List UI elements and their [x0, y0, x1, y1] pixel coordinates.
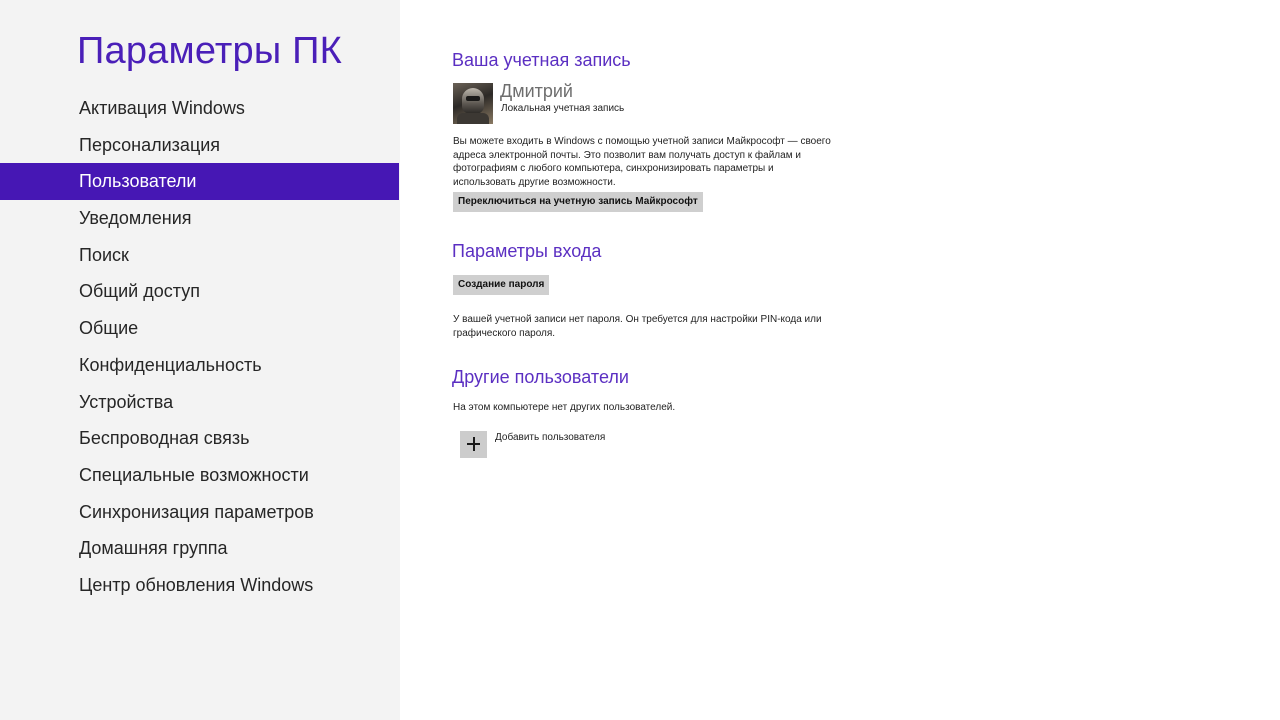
sidebar-item-sync-settings[interactable]: Синхронизация параметров: [0, 494, 399, 531]
sidebar-item-devices[interactable]: Устройства: [0, 384, 399, 421]
avatar-visor-shape: [466, 96, 480, 101]
sidebar-item-windows-activation[interactable]: Активация Windows: [0, 90, 399, 127]
plus-icon[interactable]: [460, 431, 487, 458]
avatar-body-shape: [457, 113, 489, 124]
add-user-row[interactable]: Добавить пользователя: [460, 431, 760, 458]
avatar-helmet-shape: [462, 88, 484, 114]
sidebar-nav: Активация Windows Персонализация Пользов…: [0, 90, 399, 604]
create-password-button[interactable]: Создание пароля: [453, 275, 550, 295]
no-password-note: У вашей учетной записи нет пароля. Он тр…: [453, 314, 822, 339]
app-title: Параметры ПК: [77, 30, 342, 72]
your-account-heading: Ваша учетная запись: [452, 50, 631, 70]
sidebar-item-general[interactable]: Общие: [0, 310, 399, 347]
sidebar-item-privacy[interactable]: Конфиденциальность: [0, 347, 399, 384]
sidebar: Параметры ПК Активация Windows Персонали…: [0, 0, 400, 720]
sidebar-item-homegroup[interactable]: Домашняя группа: [0, 530, 399, 567]
switch-to-microsoft-account-button[interactable]: Переключиться на учетную запись Майкросо…: [453, 192, 703, 212]
avatar[interactable]: [453, 83, 493, 124]
sidebar-item-search[interactable]: Поиск: [0, 237, 399, 274]
account-card: Дмитрий Локальная учетная запись: [453, 81, 853, 125]
pc-settings-window: Параметры ПК Активация Windows Персонали…: [0, 0, 1280, 720]
other-users-heading: Другие пользователи: [452, 367, 629, 387]
sidebar-item-sharing[interactable]: Общий доступ: [0, 273, 399, 310]
sign-in-options-heading: Параметры входа: [452, 241, 602, 261]
sidebar-item-notifications[interactable]: Уведомления: [0, 200, 399, 237]
add-user-label[interactable]: Добавить пользователя: [495, 432, 605, 443]
sidebar-item-personalization[interactable]: Персонализация: [0, 127, 399, 164]
sidebar-item-ease-of-access[interactable]: Специальные возможности: [0, 457, 399, 494]
account-type: Локальная учетная запись: [501, 103, 625, 114]
user-name: Дмитрий: [500, 81, 573, 101]
sidebar-item-users[interactable]: Пользователи: [0, 163, 399, 201]
sidebar-item-wireless[interactable]: Беспроводная связь: [0, 420, 399, 457]
microsoft-account-description: Вы можете входить в Windows с помощью уч…: [453, 136, 831, 188]
sidebar-item-windows-update[interactable]: Центр обновления Windows: [0, 567, 399, 604]
no-other-users-note: На этом компьютере нет других пользовате…: [453, 402, 676, 413]
